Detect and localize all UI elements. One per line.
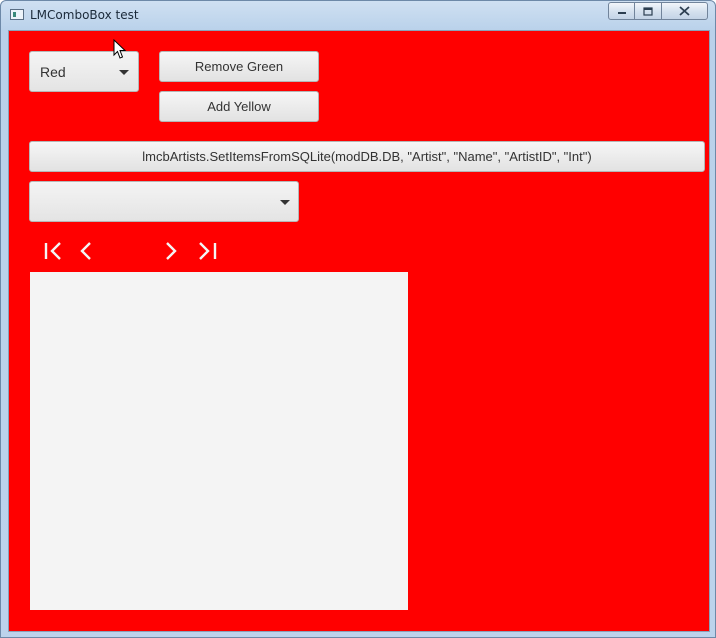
color-combobox-value: Red xyxy=(40,64,66,80)
minimize-button[interactable] xyxy=(608,2,635,20)
artist-combobox[interactable] xyxy=(29,181,299,222)
title-bar[interactable]: LMComboBox test xyxy=(1,1,715,29)
artist-listview[interactable] xyxy=(30,272,408,610)
last-page-icon xyxy=(199,242,217,260)
window-title: LMComboBox test xyxy=(30,8,139,22)
app-window: LMComboBox test Red Remove Green Add Yel… xyxy=(0,0,716,638)
next-page-icon xyxy=(166,242,177,260)
mouse-cursor-icon xyxy=(113,39,127,59)
previous-page-button[interactable] xyxy=(79,239,93,263)
first-page-button[interactable] xyxy=(43,239,65,263)
first-page-icon xyxy=(44,242,61,260)
remove-green-button[interactable]: Remove Green xyxy=(159,51,319,82)
form-client-area: Red Remove Green Add Yellow lmcbArtists.… xyxy=(8,30,710,632)
chevron-down-icon xyxy=(280,200,290,205)
last-page-button[interactable] xyxy=(196,239,218,263)
chevron-down-icon xyxy=(119,70,129,75)
maximize-button[interactable] xyxy=(634,2,662,20)
next-page-button[interactable] xyxy=(164,239,178,263)
add-yellow-button[interactable]: Add Yellow xyxy=(159,91,319,122)
set-items-from-sqlite-button[interactable]: lmcbArtists.SetItemsFromSQLite(modDB.DB,… xyxy=(29,141,705,172)
app-icon[interactable] xyxy=(10,9,24,20)
previous-page-icon xyxy=(80,242,91,260)
close-button[interactable] xyxy=(661,2,708,20)
maximize-icon xyxy=(643,6,653,16)
close-icon xyxy=(679,6,690,16)
minimize-icon xyxy=(617,12,626,14)
